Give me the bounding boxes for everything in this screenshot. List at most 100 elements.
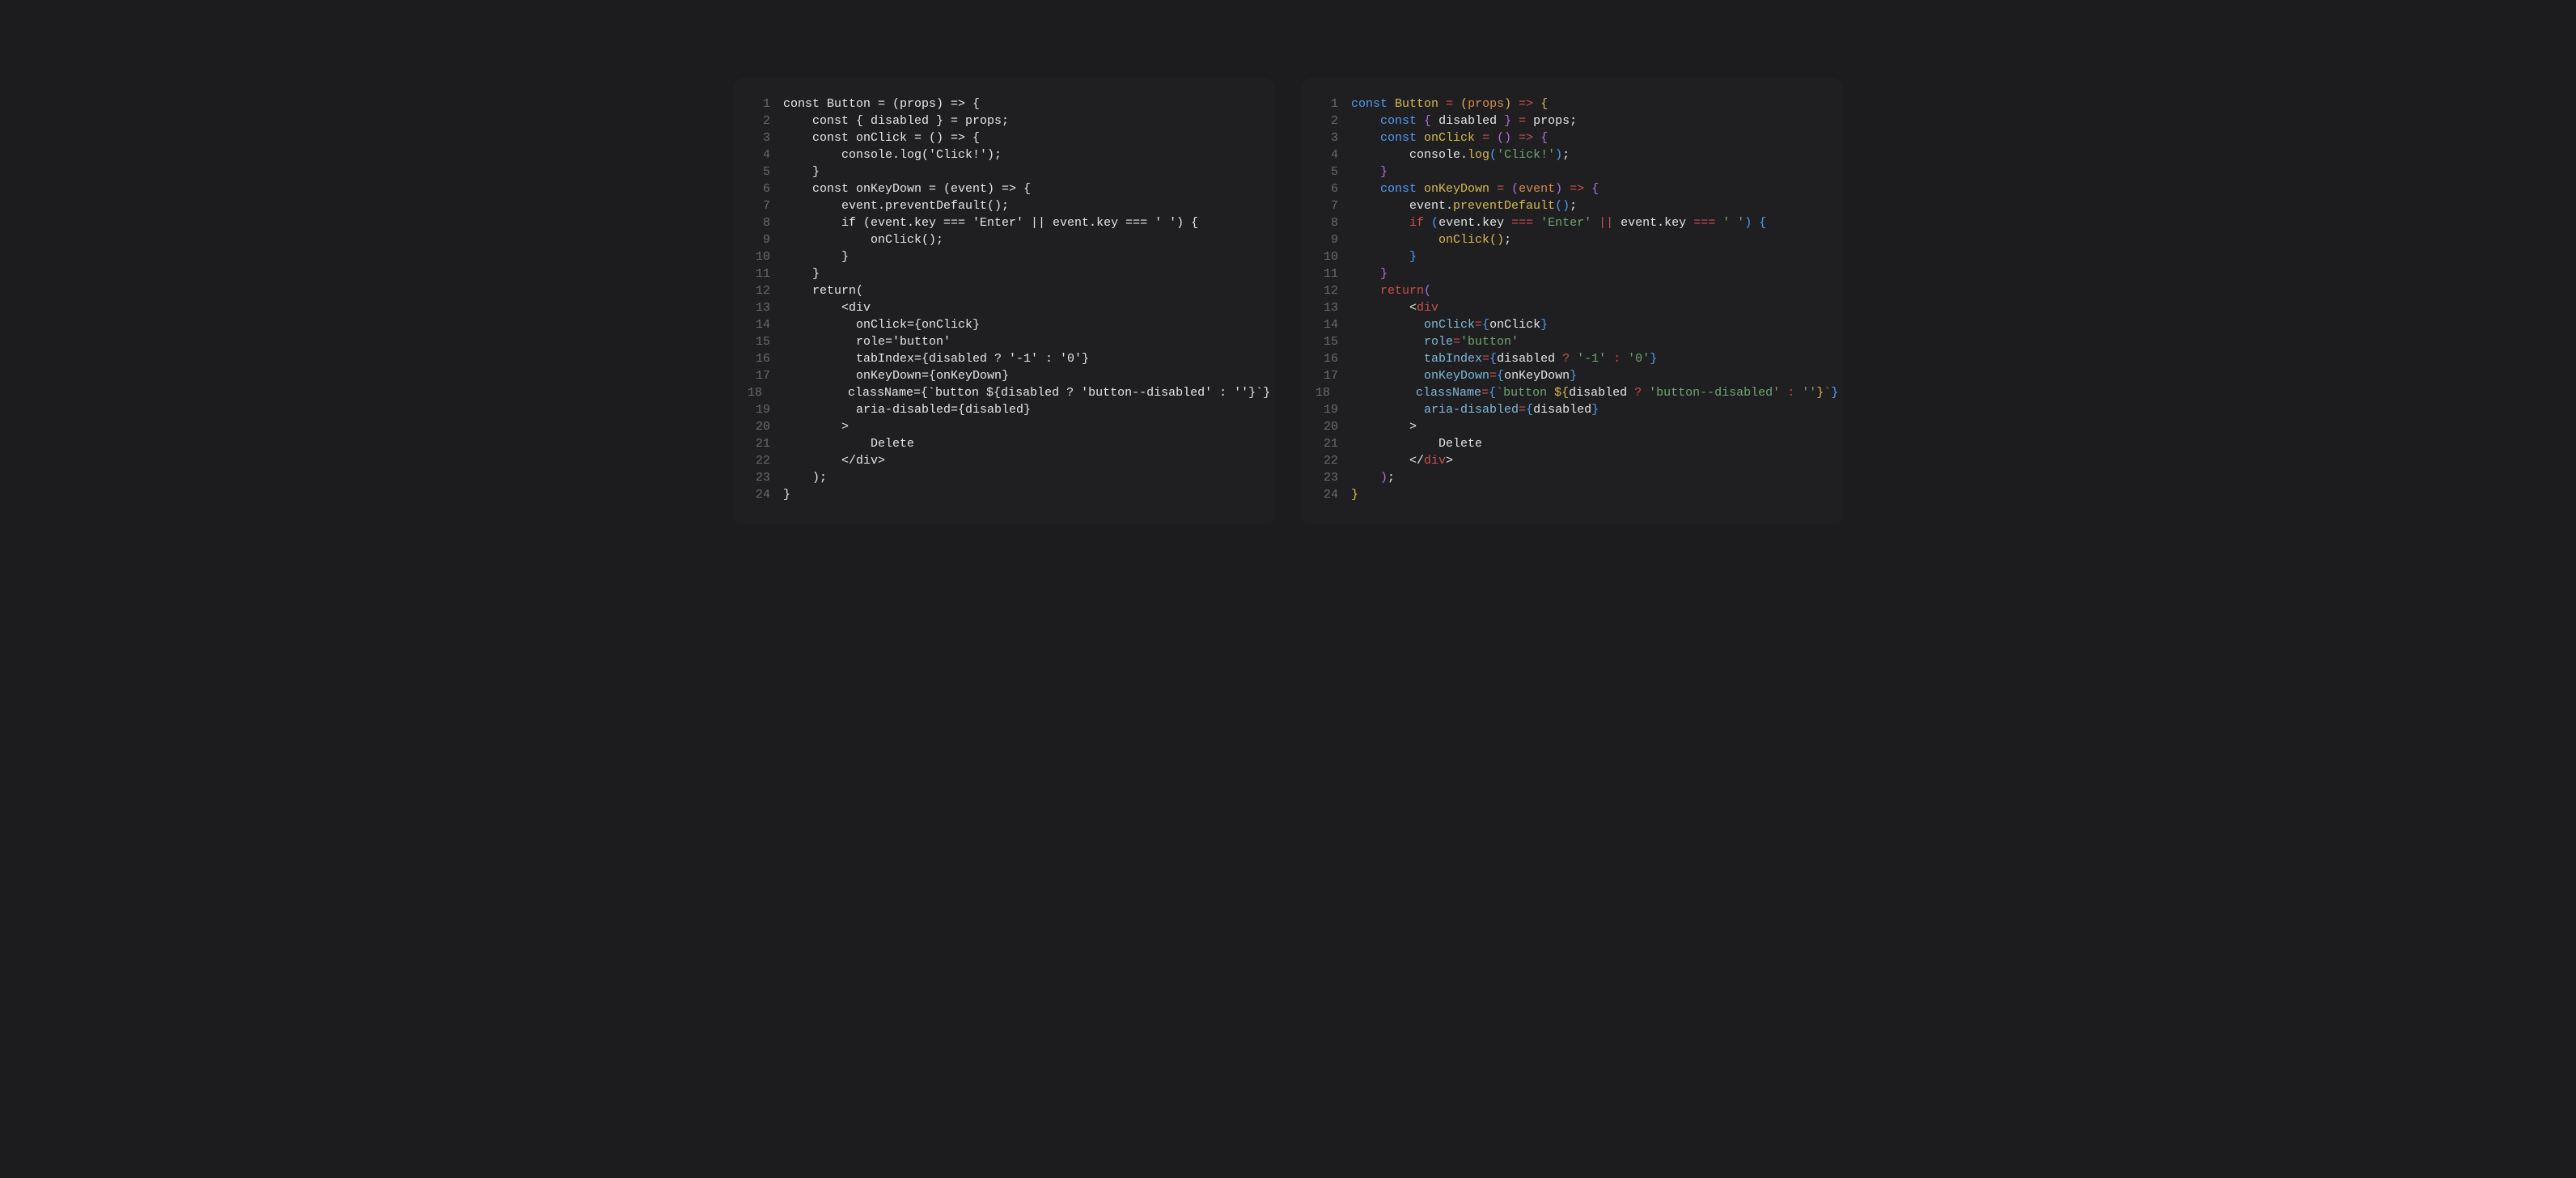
code-line: 3 const onClick = () => { [748, 129, 1254, 146]
code-text: onKeyDown={onKeyDown} [783, 367, 1009, 384]
line-number: 11 [748, 265, 770, 282]
code-text: } [783, 265, 820, 282]
line-number: 4 [748, 146, 770, 163]
code-text: > [783, 418, 849, 435]
line-number: 6 [1316, 180, 1338, 197]
line-number: 6 [748, 180, 770, 197]
code-line: 16 tabIndex={disabled ? '-1' : '0'} [748, 350, 1254, 367]
line-number: 17 [1316, 367, 1338, 384]
code-line: 6 const onKeyDown = (event) => { [748, 180, 1254, 197]
page-root: 1 const Button = (props) => { 2 const { d… [0, 0, 2576, 602]
code-text: return( [783, 282, 863, 299]
code-line: 21 Delete [1316, 435, 1822, 452]
code-line: 19 aria-disabled={disabled} [748, 401, 1254, 418]
code-line: 7 event.preventDefault(); [1316, 197, 1822, 214]
line-number: 13 [748, 299, 770, 316]
line-number: 1 [1316, 95, 1338, 112]
code-line: 15 role='button' [748, 333, 1254, 350]
line-number: 7 [748, 197, 770, 214]
line-number: 19 [1316, 401, 1338, 418]
line-number: 24 [1316, 486, 1338, 503]
code-line: 1 const Button = (props) => { [1316, 95, 1822, 112]
line-number: 2 [748, 112, 770, 129]
code-text: } [783, 486, 790, 503]
code-line: 5 } [748, 163, 1254, 180]
code-text: event.preventDefault(); [1351, 197, 1577, 214]
code-text: return( [1351, 282, 1431, 299]
line-number: 21 [748, 435, 770, 452]
code-text: console.log('Click!'); [783, 146, 1002, 163]
code-text: } [783, 163, 820, 180]
code-line: 6 const onKeyDown = (event) => { [1316, 180, 1822, 197]
line-number: 12 [748, 282, 770, 299]
line-number: 10 [748, 248, 770, 265]
line-number: 8 [748, 214, 770, 231]
code-line: 11 } [1316, 265, 1822, 282]
line-number: 14 [748, 316, 770, 333]
code-text: ); [783, 469, 827, 486]
code-line: 15 role='button' [1316, 333, 1822, 350]
line-number: 21 [1316, 435, 1338, 452]
code-text: aria-disabled={disabled} [783, 401, 1031, 418]
code-line: 24} [1316, 486, 1822, 503]
line-number: 2 [1316, 112, 1338, 129]
code-line: 14 onClick={onClick} [748, 316, 1254, 333]
line-number: 17 [748, 367, 770, 384]
code-line: 2 const { disabled } = props; [1316, 112, 1822, 129]
code-line: 23 ); [748, 469, 1254, 486]
code-line: 24} [748, 486, 1254, 503]
line-number: 22 [748, 452, 770, 469]
code-line: 17 onKeyDown={onKeyDown} [1316, 367, 1822, 384]
line-number: 20 [1316, 418, 1338, 435]
line-number: 12 [1316, 282, 1338, 299]
code-text: event.preventDefault(); [783, 197, 1009, 214]
code-line: 9 onClick(); [748, 231, 1254, 248]
code-line: 20 > [1316, 418, 1822, 435]
code-text: } [1351, 248, 1417, 265]
code-text: const onClick = () => { [783, 129, 980, 146]
code-text: } [783, 248, 849, 265]
code-panel-plain: 1const Button = (props) => { 2 const { d… [733, 78, 1275, 524]
code-text: const { disabled } = props; [1351, 112, 1577, 129]
code-line: 1const Button = (props) => { [748, 95, 1254, 112]
code-line: 8 if (event.key === 'Enter' || event.key… [748, 214, 1254, 231]
code-text: role='button' [783, 333, 951, 350]
code-text: Delete [1351, 435, 1482, 452]
line-number: 16 [748, 350, 770, 367]
code-line: 18 className={`button ${disabled ? 'butt… [1316, 384, 1822, 401]
line-number: 9 [1316, 231, 1338, 248]
code-line: 23 ); [1316, 469, 1822, 486]
code-line: 18 className={`button ${disabled ? 'butt… [748, 384, 1254, 401]
code-text: console.log('Click!'); [1351, 146, 1570, 163]
line-number: 3 [1316, 129, 1338, 146]
code-line: 4 console.log('Click!'); [748, 146, 1254, 163]
code-text: tabIndex={disabled ? '-1' : '0'} [1351, 350, 1657, 367]
code-text: const onClick = () => { [1351, 129, 1548, 146]
code-line: 20 > [748, 418, 1254, 435]
code-line: 13 <div [1316, 299, 1822, 316]
code-text: ); [1351, 469, 1395, 486]
line-number: 23 [1316, 469, 1338, 486]
code-text: tabIndex={disabled ? '-1' : '0'} [783, 350, 1089, 367]
code-line: 8 if (event.key === 'Enter' || event.key… [1316, 214, 1822, 231]
line-number: 19 [748, 401, 770, 418]
code-line: 12 return( [748, 282, 1254, 299]
code-text: if (event.key === 'Enter' || event.key =… [1351, 214, 1766, 231]
line-number: 16 [1316, 350, 1338, 367]
code-text: onClick={onClick} [1351, 316, 1548, 333]
code-text: <div [1351, 299, 1438, 316]
code-line: 14 onClick={onClick} [1316, 316, 1822, 333]
code-text: const Button = (props) => { [1351, 95, 1548, 112]
code-line: 10 } [748, 248, 1254, 265]
line-number: 5 [748, 163, 770, 180]
code-text: } [1351, 486, 1358, 503]
code-text: > [1351, 418, 1417, 435]
line-number: 8 [1316, 214, 1338, 231]
line-number: 18 [1316, 384, 1330, 401]
code-line: 3 const onClick = () => { [1316, 129, 1822, 146]
code-line: 22 </div> [748, 452, 1254, 469]
line-number: 18 [748, 384, 762, 401]
line-number: 15 [1316, 333, 1338, 350]
code-text: const onKeyDown = (event) => { [783, 180, 1031, 197]
code-text: onClick={onClick} [783, 316, 980, 333]
